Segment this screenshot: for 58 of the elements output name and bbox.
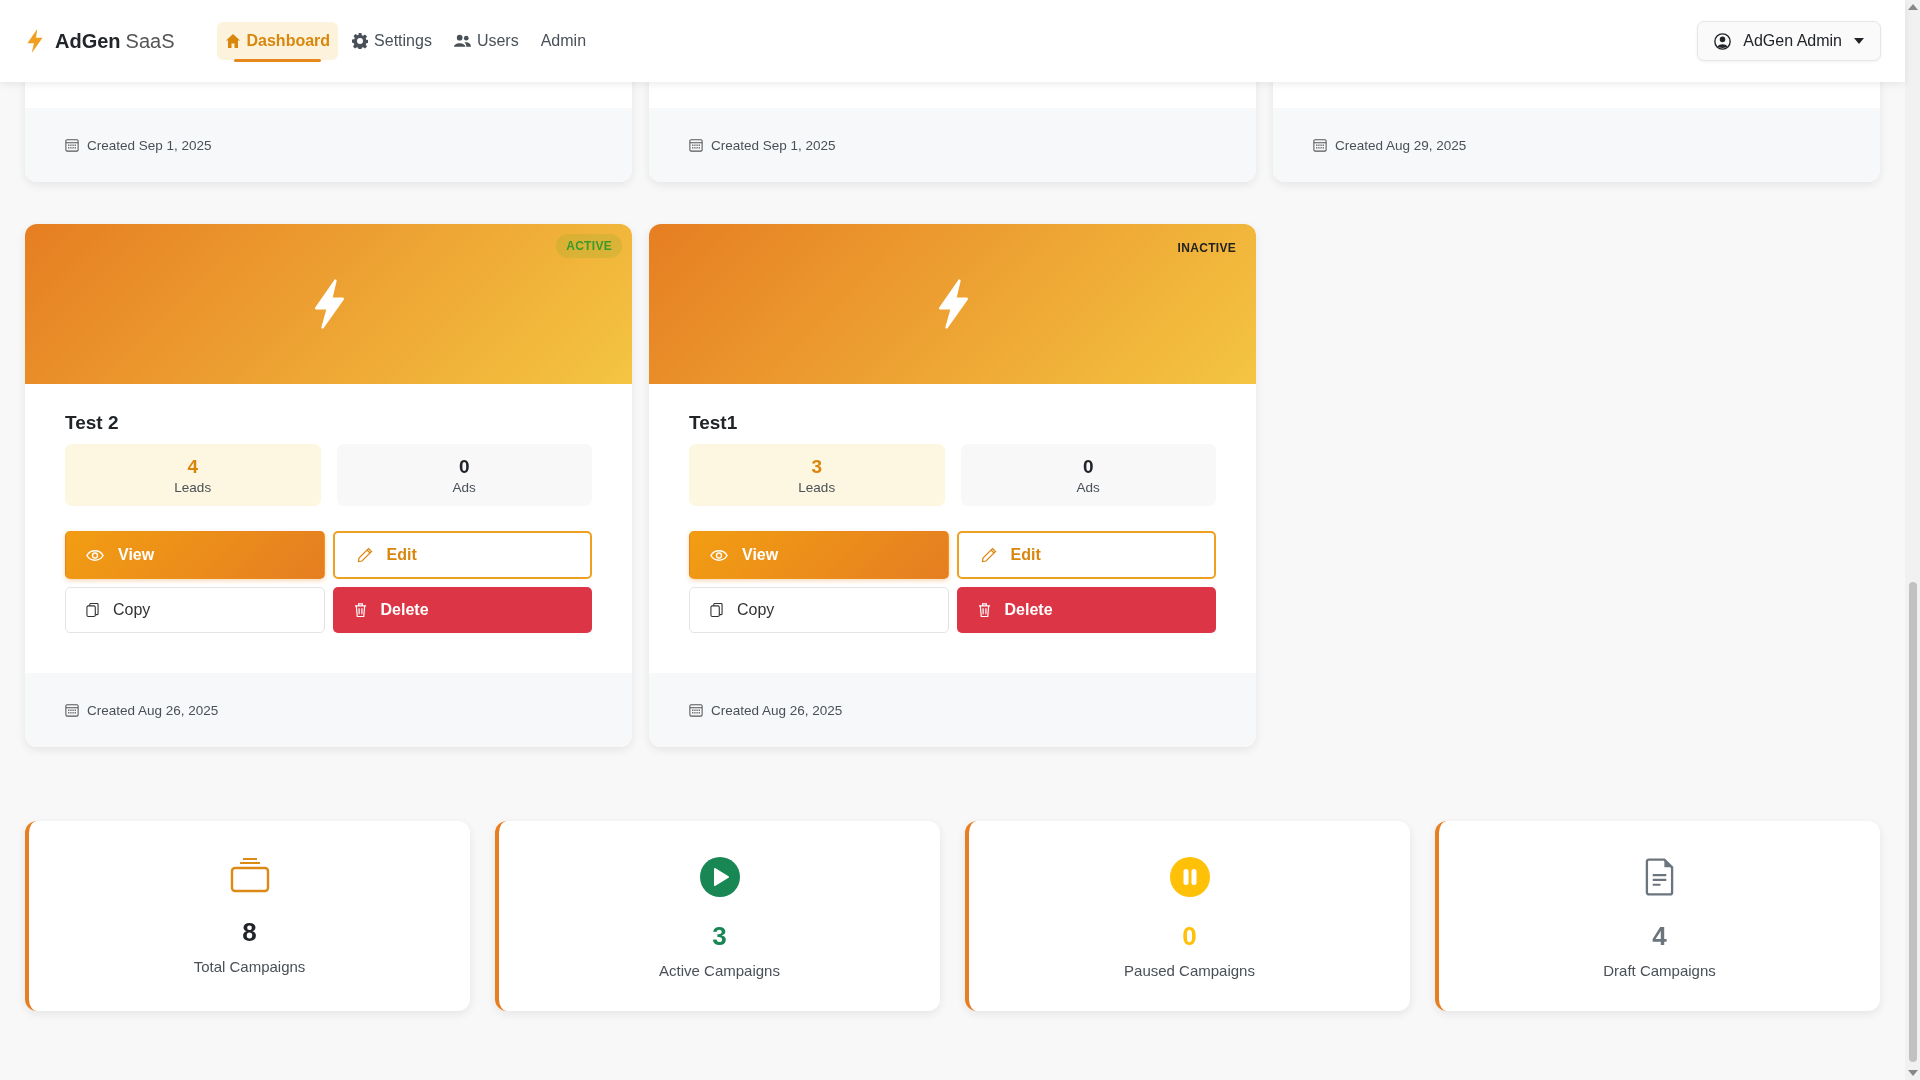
nav-link[interactable]: Settings [344,22,440,60]
nav-link[interactable]: Users [445,22,527,60]
document-icon [1644,857,1675,897]
brand-suffix: SaaS [125,29,175,53]
created-date: Created Sep 1, 2025 [87,137,212,153]
stat-label: Total Campaigns [193,958,306,975]
lightning-bolt-icon [25,28,45,54]
calendar-icon [1313,138,1327,152]
user-menu-button[interactable]: AdGen Admin [1697,21,1881,61]
calendar-icon [65,703,79,717]
status-label: INACTIVE [1176,240,1237,257]
stat-value: 4 [1652,921,1667,952]
eye-icon [86,548,104,562]
settings-icon [352,33,369,49]
calendar-icon [65,138,79,152]
stat-value: 0 [1182,921,1197,952]
created-date: Created Sep 1, 2025 [711,137,836,153]
campaign-title: Test1 [689,412,739,434]
leads-metric: 3 Leads [689,444,945,506]
calendar-icon [689,703,703,717]
calendar-icon [689,138,703,152]
stat-label: Paused Campaigns [1124,962,1255,979]
ads-metric: 0 Ads [960,444,1216,506]
play-icon [699,857,740,897]
delete-button[interactable]: Delete [332,587,592,633]
scroll-up-icon [1907,4,1918,10]
copy-button[interactable]: Copy [689,587,949,633]
stat-value: 8 [242,917,257,948]
delete-button[interactable]: Delete [956,587,1216,633]
eye-icon [710,548,728,562]
stack-icon [229,857,270,893]
caret-icon [1854,38,1864,44]
leads-metric: 4 Leads [65,444,321,506]
trash-icon [977,602,991,618]
pencil-icon [980,547,997,563]
created-date: Created Aug 29, 2025 [1335,137,1467,153]
status-badge: ACTIVE [556,234,622,258]
pencil-icon [356,547,373,563]
trash-icon [353,602,367,618]
created-date: Created Aug 26, 2025 [711,702,843,718]
campaign-title: Test 2 [65,412,120,434]
users-icon [453,34,471,48]
brand-name[interactable]: AdGen [55,29,121,53]
home-icon [224,33,241,49]
scrollbar-thumb[interactable] [1908,582,1917,1062]
stat-label: Draft Campaigns [1603,962,1716,979]
stat-value: 3 [712,921,727,952]
pause-icon [1169,857,1210,897]
scroll-down-icon [1907,1070,1918,1076]
copy-button[interactable]: Copy [65,587,325,633]
user-avatar-icon [1714,32,1732,50]
nav-link[interactable]: Admin [532,22,595,60]
copy-icon [710,602,723,618]
copy-icon [86,602,99,618]
stat-label: Active Campaigns [659,962,780,979]
scrollbar[interactable] [1905,0,1920,1080]
ads-metric: 0 Ads [336,444,592,506]
created-date: Created Aug 26, 2025 [87,702,219,718]
